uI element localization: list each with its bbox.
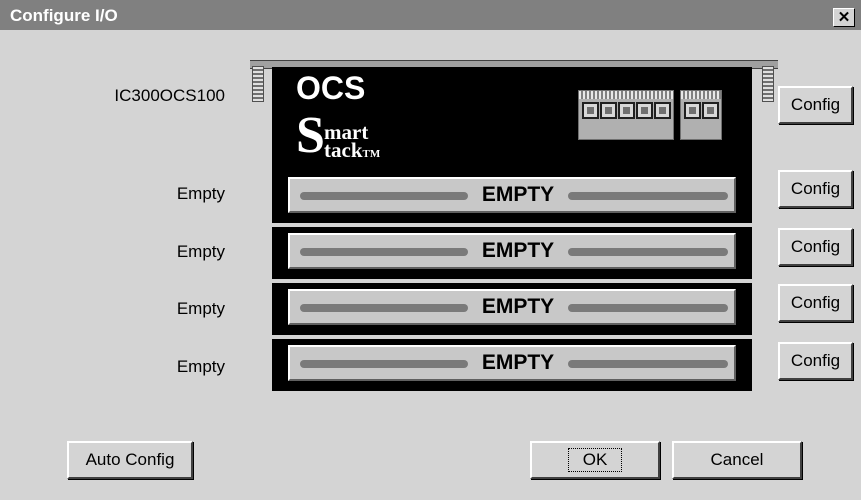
empty-module: EMPTY [288,177,736,213]
module-bar-right [568,248,728,256]
smartstack-logo-tm: TM [362,148,381,160]
port-pin-icon [618,102,635,119]
module-bar-left [300,192,468,200]
window-title: Configure I/O [10,6,118,25]
module-text: EMPTY [481,295,555,318]
cancel-button[interactable]: Cancel [672,441,802,479]
empty-module: EMPTY [288,289,736,325]
slot-2-label: Empty [176,242,225,261]
slot-4[interactable]: EMPTY [272,339,752,391]
port-pin-icon [702,102,719,119]
cpu-port-2pin [680,90,722,140]
cpu-port-5pin [578,90,674,140]
port-ridge [579,91,673,99]
empty-module: EMPTY [288,233,736,269]
empty-module: EMPTY [288,345,736,381]
close-button[interactable]: ✕ [833,8,855,27]
slot-1-label: Empty [176,184,225,203]
port-pin-icon [636,102,653,119]
port-pin-icon [600,102,617,119]
rail-clip-right [762,66,774,102]
port-pin-icon [654,102,671,119]
cpu-config-button[interactable]: Config [778,86,853,124]
cpu-slot-label: IC300OCS100 [114,86,225,105]
auto-config-button[interactable]: Auto Config [67,441,193,479]
slot-1[interactable]: EMPTY [272,171,752,223]
cpu-brand: OCS [296,70,366,106]
module-bar-left [300,248,468,256]
slot-3-config-button[interactable]: Config [778,284,853,322]
port-pin-icon [684,102,701,119]
slot-4-config-button[interactable]: Config [778,342,853,380]
close-icon: ✕ [837,9,851,26]
slot-2-config-button[interactable]: Config [778,228,853,266]
slot-4-label: Empty [176,357,225,376]
rail-clip-left [252,66,264,102]
module-text: EMPTY [481,239,555,262]
slot-1-config-button[interactable]: Config [778,170,853,208]
module-bar-left [300,360,468,368]
ok-button[interactable]: OK [530,441,660,479]
module-bar-right [568,360,728,368]
module-bar-right [568,192,728,200]
ok-label: OK [567,448,623,472]
slot-3[interactable]: EMPTY [272,283,752,335]
smartstack-logo-s: S [296,107,325,164]
smartstack-logo-line2: tack [324,138,363,162]
module-bar-right [568,304,728,312]
port-ridge [681,91,721,99]
module-bar-left [300,304,468,312]
slot-2[interactable]: EMPTY [272,227,752,279]
module-text: EMPTY [481,183,555,206]
slot-3-label: Empty [176,299,225,318]
module-text: EMPTY [481,351,555,374]
port-pin-icon [582,102,599,119]
title-bar: Configure I/O ✕ [0,0,861,30]
smartstack-logo-line2-group: tackTM [324,140,380,165]
